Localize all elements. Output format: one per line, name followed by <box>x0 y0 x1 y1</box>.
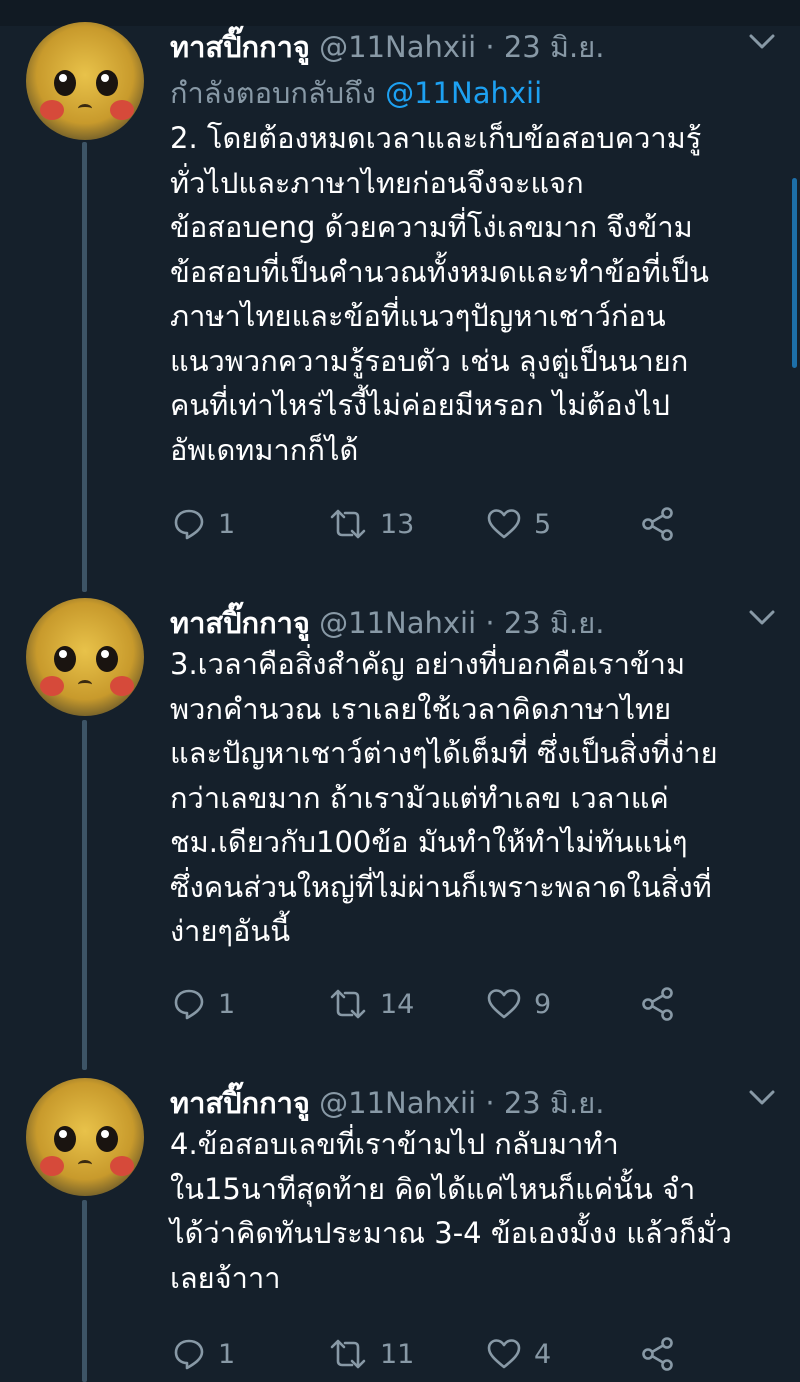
tweet-actions: 1 14 9 <box>170 984 690 1024</box>
display-name[interactable]: ทาสปิ๊กกาจู <box>170 30 310 64</box>
tweet-header: ทาสปิ๊กกาจู @11Nahxii · 23 มิ.ย. <box>170 600 604 646</box>
reply-mention-link[interactable]: @11Nahxii <box>385 76 542 110</box>
tweet-text-line: 3.เวลาคือสิ่งสำคัญ อย่างที่บอกคือเราข้าม <box>170 647 686 681</box>
reply-icon <box>174 1339 204 1370</box>
tweet-text-line: เลยจ้าาา <box>170 1260 281 1295</box>
tweet-text-line: และปัญหาเชาว์ต่างๆได้เต็มที่ ซึ่งเป็นสิ่… <box>170 736 718 770</box>
tweet-text-line: กว่าเลขมาก ถ้าเรามัวแต่ทำเลข เวลาแค่ <box>170 780 669 815</box>
share-icon <box>642 1337 673 1371</box>
tweet-header: ทาสปิ๊กกาจู @11Nahxii · 23 มิ.ย. <box>170 1080 604 1126</box>
reply-icon <box>174 989 204 1020</box>
scrollbar[interactable] <box>792 178 797 368</box>
reply-button[interactable]: 1 <box>172 504 235 544</box>
tweet[interactable]: ทาสปิ๊กกาจู @11Nahxii · 23 มิ.ย. กำลังตอ… <box>0 22 800 592</box>
retweet-button[interactable]: 11 <box>328 1334 414 1374</box>
tweet-text-line: ข้อสอบeng ด้วยความที่โง่เลขมาก จึงข้าม <box>170 210 693 244</box>
retweet-button[interactable]: 14 <box>328 984 414 1024</box>
separator: · <box>485 1086 495 1120</box>
tweet-text-line: ชม.เดียวกับ100ข้อ มันทำให้ทำไม่ทันแน่ๆ <box>170 825 688 859</box>
tweet-date[interactable]: 23 มิ.ย. <box>504 606 605 640</box>
heart-icon <box>487 509 521 539</box>
display-name[interactable]: ทาสปิ๊กกาจู <box>170 1086 310 1120</box>
like-count: 5 <box>534 508 552 540</box>
share-button[interactable] <box>640 504 676 544</box>
reply-button[interactable]: 1 <box>172 1334 235 1374</box>
tweet[interactable]: ทาสปิ๊กกาจู @11Nahxii · 23 มิ.ย. 4.ข้อสอ… <box>0 1078 800 1382</box>
tweet-text-line: ใน15นาทีสุดท้าย คิดได้แค่ไหนก็แค่นั้น จำ <box>170 1171 696 1206</box>
like-button[interactable]: 4 <box>486 1334 551 1374</box>
tweet-text-line: 2. โดยต้องหมดเวลาและเก็บข้อสอบความรู้ <box>170 121 702 155</box>
chevron-down-icon[interactable] <box>748 1088 776 1108</box>
retweet-icon <box>330 1339 366 1369</box>
share-icon <box>642 507 673 541</box>
like-count: 9 <box>534 988 552 1020</box>
retweet-count: 13 <box>380 508 415 540</box>
tweet-text-line: ทั่วไปและภาษาไทยก่อนจึงจะแจก <box>170 165 584 200</box>
tweet-actions: 1 13 5 <box>170 504 690 544</box>
display-name[interactable]: ทาสปิ๊กกาจู <box>170 606 310 640</box>
tweet-text-line: คนที่เท่าไหร่ไรงี้ไม่ค่อยมีหรอก ไม่ต้องไ… <box>170 388 670 422</box>
replying-to: กำลังตอบกลับถึง @11Nahxii <box>170 70 542 116</box>
tweet-text: 2. โดยต้องหมดเวลาและเก็บข้อสอบความรู้ ทั… <box>170 116 780 472</box>
tweet-text-line: ภาษาไทยและข้อที่แนวๆปัญหาเชาว์ก่อน <box>170 299 666 333</box>
tweet-header: ทาสปิ๊กกาจู @11Nahxii · 23 มิ.ย. <box>170 24 604 70</box>
share-button[interactable] <box>640 984 676 1024</box>
tweet-text-line: แนวพวกความรู้รอบตัว เช่น ลุงตู่เป็นนายก <box>170 343 689 378</box>
reply-count: 1 <box>218 508 236 540</box>
separator: · <box>485 30 495 64</box>
tweet-text-line: ซึ่งคนส่วนใหญ่ที่ไม่ผ่านก็เพราะพลาดในสิ่… <box>170 869 712 904</box>
reply-button[interactable]: 1 <box>172 984 235 1024</box>
share-button[interactable] <box>640 1334 676 1374</box>
tweet[interactable]: ทาสปิ๊กกาจู @11Nahxii · 23 มิ.ย. 3.เวลาค… <box>0 598 800 1068</box>
tweet-text-line: พวกคำนวณ เราเลยใช้เวลาคิดภาษาไทย <box>170 691 672 726</box>
tweet-text-line: อัพเดทมากก็ได้ <box>170 432 359 467</box>
retweet-button[interactable]: 13 <box>328 504 414 544</box>
reply-icon <box>174 509 204 540</box>
replying-to-label: กำลังตอบกลับถึง <box>170 76 376 110</box>
user-handle[interactable]: @11Nahxii <box>319 30 476 64</box>
chevron-down-icon[interactable] <box>748 608 776 628</box>
like-button[interactable]: 9 <box>486 984 551 1024</box>
avatar[interactable] <box>26 1078 144 1196</box>
chevron-down-icon[interactable] <box>748 32 776 52</box>
tweet-text: 4.ข้อสอบเลขที่เราข้ามไป กลับมาทำ ใน15นาท… <box>170 1122 780 1300</box>
user-handle[interactable]: @11Nahxii <box>319 1086 476 1120</box>
heart-icon <box>487 989 521 1019</box>
retweet-icon <box>330 989 366 1019</box>
separator: · <box>485 606 495 640</box>
tweet-actions: 1 11 4 <box>170 1334 690 1374</box>
tweet-text-line: ข้อสอบที่เป็นคำนวณทั้งหมดและทำข้อที่เป็น <box>170 254 710 289</box>
tweet-date[interactable]: 23 มิ.ย. <box>504 30 605 64</box>
heart-icon <box>487 1339 521 1369</box>
retweet-icon <box>330 509 366 539</box>
like-button[interactable]: 5 <box>486 504 551 544</box>
retweet-count: 14 <box>380 988 415 1020</box>
reply-count: 1 <box>218 1338 236 1370</box>
like-count: 4 <box>534 1338 552 1370</box>
avatar[interactable] <box>26 598 144 716</box>
share-icon <box>642 987 673 1021</box>
tweet-text-line: ง่ายๆอันนี้ <box>170 914 291 948</box>
avatar[interactable] <box>26 22 144 140</box>
retweet-count: 11 <box>380 1338 415 1370</box>
tweet-text: 3.เวลาคือสิ่งสำคัญ อย่างที่บอกคือเราข้าม… <box>170 642 780 954</box>
tweet-date[interactable]: 23 มิ.ย. <box>504 1086 605 1120</box>
user-handle[interactable]: @11Nahxii <box>319 606 476 640</box>
tweet-text-line: ได้ว่าคิดทันประมาณ 3-4 ข้อเองมั้งง แล้วก… <box>170 1216 732 1250</box>
tweet-text-line: 4.ข้อสอบเลขที่เราข้ามไป กลับมาทำ <box>170 1127 619 1161</box>
reply-count: 1 <box>218 988 236 1020</box>
